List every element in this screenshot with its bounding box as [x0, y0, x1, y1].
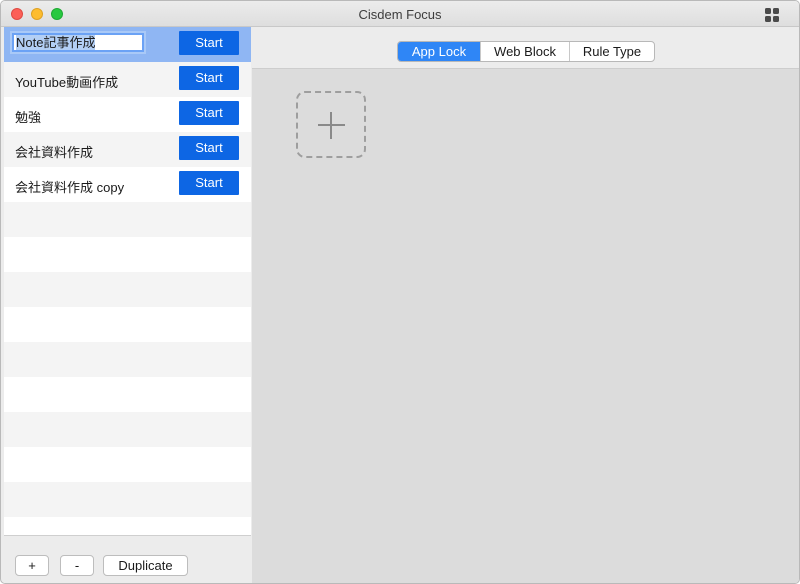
rule-detail-panel: App Lock Web Block Rule Type — [252, 27, 799, 583]
segmented-control: App Lock Web Block Rule Type — [397, 41, 655, 62]
rule-name-text: Note記事作成 — [16, 35, 96, 50]
tab-rule-type[interactable]: Rule Type — [570, 42, 654, 61]
rule-row[interactable]: Note記事作成 Start — [4, 27, 251, 62]
start-button[interactable]: Start — [179, 101, 239, 125]
empty-row — [4, 202, 251, 237]
start-button[interactable]: Start — [179, 136, 239, 160]
empty-row — [4, 272, 251, 307]
empty-row — [4, 447, 251, 482]
add-app-button[interactable] — [296, 91, 366, 158]
empty-row — [4, 517, 251, 535]
empty-row — [4, 342, 251, 377]
plus-icon-stroke — [330, 112, 332, 139]
rule-name-edit-field[interactable]: Note記事作成 — [12, 33, 144, 52]
empty-row — [4, 307, 251, 342]
start-button[interactable]: Start — [179, 31, 239, 55]
empty-row — [4, 482, 251, 517]
rule-row[interactable]: 会社資料作成 copy Start — [4, 167, 251, 202]
rule-list-panel: Note記事作成 Start YouTube動画作成 Start 勉強 Star… — [4, 27, 251, 583]
empty-row — [4, 412, 251, 447]
grid-icon[interactable] — [765, 8, 779, 22]
rule-row[interactable]: 会社資料作成 Start — [4, 132, 251, 167]
grid-icon-cell — [773, 16, 779, 22]
rule-name: 勉強 — [15, 110, 42, 125]
grid-icon-cell — [765, 16, 771, 22]
add-rule-button[interactable]: + — [15, 555, 49, 576]
list-toolbar: + - Duplicate — [4, 535, 251, 583]
grid-icon-cell — [773, 8, 779, 14]
rule-name: 会社資料作成 copy — [15, 180, 125, 195]
rule-list: Note記事作成 Start YouTube動画作成 Start 勉強 Star… — [4, 27, 251, 535]
rule-name: 会社資料作成 — [15, 145, 94, 160]
start-button[interactable]: Start — [179, 66, 239, 90]
tab-web-block[interactable]: Web Block — [481, 42, 570, 61]
empty-row — [4, 237, 251, 272]
remove-rule-button[interactable]: - — [60, 555, 94, 576]
title-bar: Cisdem Focus — [1, 1, 799, 27]
rule-row[interactable]: YouTube動画作成 Start — [4, 62, 251, 97]
duplicate-rule-button[interactable]: Duplicate — [103, 555, 188, 576]
start-button[interactable]: Start — [179, 171, 239, 195]
window-title: Cisdem Focus — [358, 7, 442, 22]
empty-row — [4, 377, 251, 412]
tab-app-lock[interactable]: App Lock — [398, 42, 481, 61]
app-window: Cisdem Focus Note記事作成 Start YouTube動画作成 … — [0, 0, 800, 584]
rule-name: YouTube動画作成 — [15, 75, 119, 90]
rule-row[interactable]: 勉強 Start — [4, 97, 251, 132]
grid-icon-cell — [765, 8, 771, 14]
tab-bar: App Lock Web Block Rule Type — [252, 27, 799, 69]
